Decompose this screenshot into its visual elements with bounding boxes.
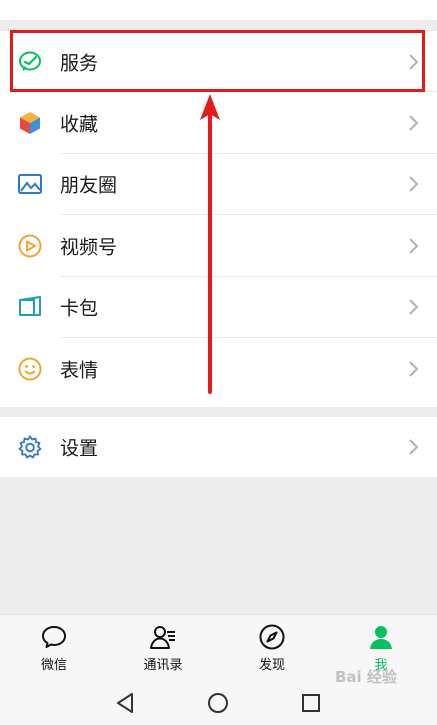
- menu-item-label: 朋友圈: [60, 174, 118, 197]
- channels-play-icon: [17, 233, 43, 259]
- menu-item-label: 收藏: [60, 113, 99, 136]
- chevron-right-icon: [407, 237, 419, 255]
- tab-label: 微信: [40, 658, 67, 673]
- compass-icon: [259, 624, 285, 650]
- tab-label: 发现: [258, 658, 285, 673]
- tab-label: 通讯录: [143, 658, 183, 673]
- person-icon: [370, 626, 392, 649]
- menu-group-settings: 设置: [0, 417, 437, 477]
- menu-item-label: 视频号: [60, 236, 118, 259]
- menu-item-label: 卡包: [60, 297, 99, 320]
- top-strip: [0, 0, 437, 20]
- tab-discover[interactable]: 发现: [232, 623, 312, 673]
- menu-item-label: 设置: [60, 437, 99, 460]
- chevron-right-icon: [407, 360, 419, 378]
- contacts-icon: [150, 626, 175, 649]
- annotation-arrow: [200, 94, 220, 394]
- card-wallet-icon: [17, 294, 43, 320]
- chevron-right-icon: [407, 175, 419, 193]
- gear-icon: [17, 434, 43, 460]
- chat-bubble-icon: [42, 626, 66, 648]
- menu-item-settings[interactable]: 设置: [0, 417, 437, 477]
- home-circle-icon[interactable]: [203, 688, 233, 718]
- tab-contacts[interactable]: 通讯录: [123, 623, 203, 673]
- moments-image-icon: [17, 171, 43, 197]
- back-triangle-icon[interactable]: [110, 688, 140, 718]
- sticker-smiley-icon: [17, 356, 43, 382]
- watermark: Bai 经验: [335, 668, 397, 686]
- chevron-right-icon: [407, 298, 419, 316]
- chevron-right-icon: [407, 438, 419, 456]
- recents-square-icon[interactable]: [296, 688, 326, 718]
- menu-item-label: 表情: [60, 359, 99, 382]
- tab-chats[interactable]: 微信: [14, 623, 94, 673]
- annotation-highlight-box: [10, 30, 425, 92]
- favorites-cube-icon: [17, 110, 43, 136]
- chevron-right-icon: [407, 114, 419, 132]
